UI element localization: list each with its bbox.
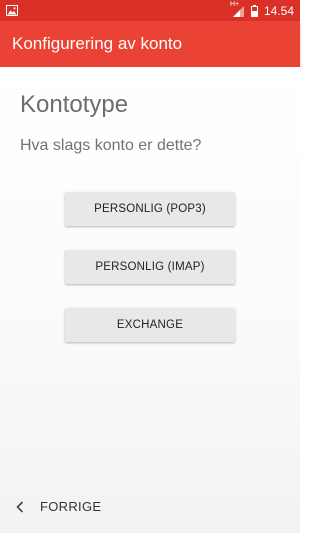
- signal-icon: H+: [230, 1, 245, 17]
- app-bar: Konfigurering av konto: [0, 21, 300, 67]
- exchange-button[interactable]: EXCHANGE: [65, 308, 235, 342]
- bottom-navigation: FORRIGE: [0, 480, 300, 533]
- status-time: 14.54: [263, 3, 294, 18]
- app-bar-title: Konfigurering av konto: [12, 34, 183, 53]
- personal-pop3-button[interactable]: PERSONLIG (POP3): [65, 192, 235, 226]
- back-button-label: FORRIGE: [40, 499, 102, 514]
- network-type-label: H+: [229, 0, 240, 8]
- main-content: Kontotype Hva slags konto er dette? PERS…: [0, 67, 300, 533]
- account-type-question: Hva slags konto er dette?: [20, 137, 202, 154]
- personal-imap-button[interactable]: PERSONLIG (IMAP): [65, 250, 235, 284]
- chevron-left-icon: [16, 500, 24, 513]
- battery-icon: [250, 4, 258, 17]
- page-title: Kontotype: [20, 91, 129, 118]
- back-button[interactable]: FORRIGE: [0, 480, 111, 533]
- image-notification-icon: [6, 5, 18, 16]
- status-bar: H+ 14.54: [0, 0, 300, 21]
